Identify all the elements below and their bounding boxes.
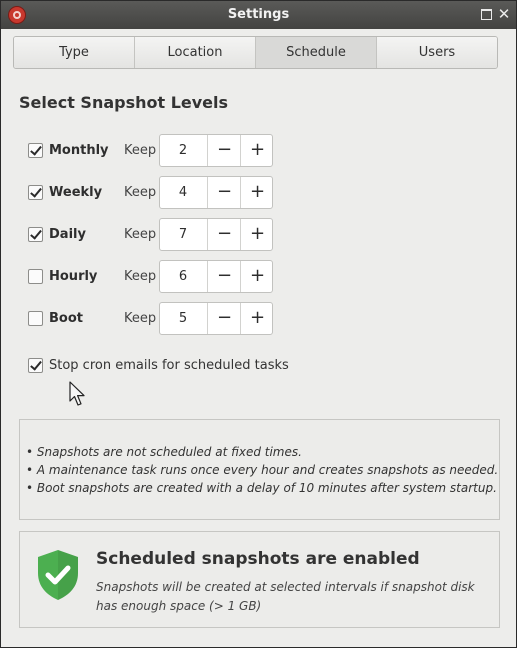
stop-cron-row: Stop cron emails for scheduled tasks [28, 356, 308, 378]
keep-label: Keep [124, 227, 157, 242]
note-line: • Boot snapshots are created with a dela… [26, 481, 497, 495]
tab-type[interactable]: Type [14, 37, 135, 68]
note-line: • Snapshots are not scheduled at fixed t… [26, 445, 302, 459]
daily-keep-spinner[interactable]: 7 − + [159, 218, 273, 251]
schedule-status-panel: Scheduled snapshots are enabled Snapshot… [19, 531, 500, 628]
level-label: Weekly [49, 185, 103, 200]
hourly-checkbox[interactable] [28, 269, 43, 284]
tab-users[interactable]: Users [377, 37, 497, 68]
mouse-pointer-icon [69, 381, 85, 406]
keep-value-input[interactable]: 2 [160, 135, 206, 166]
level-row-boot: Boot Keep 5 − + [28, 302, 288, 336]
monthly-keep-spinner[interactable]: 2 − + [159, 134, 273, 167]
keep-label: Keep [124, 311, 157, 326]
close-icon[interactable]: ✕ [497, 7, 511, 22]
daily-checkbox[interactable] [28, 227, 43, 242]
increment-button[interactable]: + [240, 177, 274, 208]
level-row-weekly: Weekly Keep 4 − + [28, 176, 288, 210]
boot-keep-spinner[interactable]: 5 − + [159, 302, 273, 335]
title-bar[interactable]: Settings ✕ [1, 1, 516, 29]
keep-value-input[interactable]: 4 [160, 177, 206, 208]
tab-schedule[interactable]: Schedule [256, 37, 377, 68]
maximize-icon[interactable] [479, 7, 493, 21]
level-row-daily: Daily Keep 7 − + [28, 218, 288, 252]
shield-check-icon [38, 550, 78, 600]
decrement-button[interactable]: − [207, 261, 241, 292]
decrement-button[interactable]: − [207, 303, 241, 334]
level-label: Boot [49, 311, 83, 326]
stop-cron-checkbox[interactable] [28, 358, 43, 373]
schedule-notes-panel: • Snapshots are not scheduled at fixed t… [19, 419, 500, 520]
level-label: Daily [49, 227, 86, 242]
tab-location[interactable]: Location [135, 37, 256, 68]
decrement-button[interactable]: − [207, 177, 241, 208]
increment-button[interactable]: + [240, 219, 274, 250]
keep-label: Keep [124, 269, 157, 284]
stop-cron-label[interactable]: Stop cron emails for scheduled tasks [49, 358, 289, 373]
decrement-button[interactable]: − [207, 135, 241, 166]
settings-window: Settings ✕ Type Location Schedule Users … [0, 0, 517, 648]
keep-label: Keep [124, 185, 157, 200]
level-label: Monthly [49, 143, 109, 158]
keep-value-input[interactable]: 5 [160, 303, 206, 334]
weekly-checkbox[interactable] [28, 185, 43, 200]
level-row-hourly: Hourly Keep 6 − + [28, 260, 288, 294]
weekly-keep-spinner[interactable]: 4 − + [159, 176, 273, 209]
level-label: Hourly [49, 269, 98, 284]
tab-bar: Type Location Schedule Users [13, 36, 498, 69]
status-description: Snapshots will be created at selected in… [96, 580, 475, 613]
keep-value-input[interactable]: 7 [160, 219, 206, 250]
increment-button[interactable]: + [240, 261, 274, 292]
increment-button[interactable]: + [240, 303, 274, 334]
decrement-button[interactable]: − [207, 219, 241, 250]
boot-checkbox[interactable] [28, 311, 43, 326]
section-title: Select Snapshot Levels [19, 93, 229, 112]
increment-button[interactable]: + [240, 135, 274, 166]
keep-label: Keep [124, 143, 157, 158]
window-title: Settings [227, 7, 290, 22]
level-row-monthly: Monthly Keep 2 − + [28, 134, 288, 168]
note-line: • A maintenance task runs once every hou… [26, 463, 499, 477]
monthly-checkbox[interactable] [28, 143, 43, 158]
hourly-keep-spinner[interactable]: 6 − + [159, 260, 273, 293]
keep-value-input[interactable]: 6 [160, 261, 206, 292]
status-title: Scheduled snapshots are enabled [96, 549, 420, 569]
